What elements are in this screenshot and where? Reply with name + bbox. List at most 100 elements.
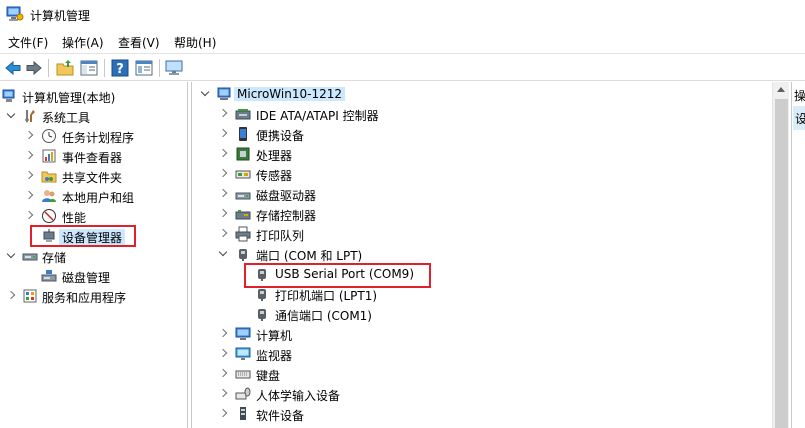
device-category-processors[interactable]: 处理器: [192, 144, 772, 164]
action-pane-header: 操: [794, 89, 805, 103]
chevron-right-icon[interactable]: [24, 211, 34, 221]
vertical-scrollbar[interactable]: [772, 82, 789, 428]
computer-management-icon: [6, 6, 24, 21]
tree-services-apps[interactable]: 服务和应用程序: [0, 286, 187, 306]
tree-label: 设备管理器: [59, 229, 126, 246]
chevron-down-icon[interactable]: [6, 251, 16, 261]
tree-performance[interactable]: 性能: [0, 206, 187, 226]
tree-label: 性能: [62, 211, 87, 225]
device-category-software-devices[interactable]: 软件设备: [192, 404, 772, 424]
computer-icon: [217, 87, 231, 100]
tree-system-tools[interactable]: 系统工具: [0, 106, 187, 126]
port-icon: [239, 249, 247, 261]
device-tree-root[interactable]: MicroWin10-1212: [192, 84, 772, 104]
device-category-storage-controllers[interactable]: 存储控制器: [192, 204, 772, 224]
chevron-right-icon[interactable]: [24, 191, 34, 201]
device-category-disk-drives[interactable]: 磁盘驱动器: [192, 184, 772, 204]
chevron-down-icon[interactable]: [200, 89, 210, 99]
tree-label: MicroWin10-1212: [234, 87, 345, 101]
tree-label: 传感器: [256, 169, 293, 183]
properties-icon[interactable]: [134, 58, 154, 78]
up-folder-icon[interactable]: [55, 58, 75, 78]
tree-label: 磁盘驱动器: [256, 189, 317, 203]
chevron-right-icon[interactable]: [218, 209, 228, 219]
device-category-computer[interactable]: 计算机: [192, 324, 772, 344]
chevron-right-icon[interactable]: [218, 369, 228, 379]
tree-label: 存储控制器: [256, 209, 317, 223]
menu-view[interactable]: 查看(V): [118, 34, 160, 51]
chevron-right-icon[interactable]: [218, 109, 228, 119]
tools-icon: [25, 110, 35, 123]
device-category-print-queues[interactable]: 打印队列: [192, 224, 772, 244]
console-tree: 计算机管理(本地) 系统工具 任务计划程序 事件查看器 共享文件夹 本地用户和组…: [0, 82, 188, 428]
tree-event-viewer[interactable]: 事件查看器: [0, 146, 187, 166]
tree-label: 监视器: [256, 349, 293, 363]
chevron-right-icon[interactable]: [218, 149, 228, 159]
menu-file[interactable]: 文件(F): [8, 34, 48, 51]
show-hide-tree-icon[interactable]: [79, 58, 99, 78]
tree-label: 打印队列: [256, 229, 305, 243]
chevron-right-icon[interactable]: [24, 171, 34, 181]
device-category-sensors[interactable]: 传感器: [192, 164, 772, 184]
chevron-right-icon[interactable]: [218, 349, 228, 359]
chevron-right-icon[interactable]: [218, 329, 228, 339]
device-category-portable[interactable]: 便携设备: [192, 124, 772, 144]
tree-label: 端口 (COM 和 LPT): [256, 249, 363, 263]
chevron-right-icon[interactable]: [218, 229, 228, 239]
ide-controller-icon: [235, 109, 251, 120]
device-printer-port[interactable]: 打印机端口 (LPT1): [192, 284, 772, 304]
device-category-ports[interactable]: 端口 (COM 和 LPT): [192, 244, 772, 264]
chevron-down-icon[interactable]: [6, 111, 16, 121]
tree-local-users[interactable]: 本地用户和组: [0, 186, 187, 206]
users-icon: [42, 190, 56, 202]
chevron-right-icon[interactable]: [218, 189, 228, 199]
toolbar-separator: [48, 59, 49, 77]
help-icon[interactable]: ?: [110, 58, 130, 78]
tree-label: 便携设备: [256, 129, 305, 143]
chevron-right-icon[interactable]: [24, 131, 34, 141]
tree-shared-folders[interactable]: 共享文件夹: [0, 166, 187, 186]
monitor-icon[interactable]: [164, 58, 184, 78]
forward-arrow-icon[interactable]: [24, 58, 44, 78]
tree-label: 处理器: [256, 149, 293, 163]
device-communications-port[interactable]: 通信端口 (COM1): [192, 304, 772, 324]
event-viewer-icon: [42, 149, 56, 163]
keyboard-icon: [235, 370, 251, 379]
tree-label: 键盘: [256, 369, 281, 383]
tree-disk-management[interactable]: 磁盘管理: [0, 266, 187, 286]
tree-device-manager[interactable]: 设备管理器: [0, 226, 187, 246]
menu-help[interactable]: 帮助(H): [174, 34, 216, 51]
tree-task-scheduler[interactable]: 任务计划程序: [0, 126, 187, 146]
scroll-thumb[interactable]: [775, 99, 788, 428]
tree-label: 任务计划程序: [62, 131, 135, 145]
device-category-ide[interactable]: IDE ATA/ATAPI 控制器: [192, 104, 772, 124]
shared-folder-icon: [41, 171, 57, 183]
chevron-right-icon[interactable]: [6, 291, 16, 301]
tree-label: 存储: [42, 251, 67, 265]
window-title: 计算机管理: [30, 9, 91, 23]
tree-label: 系统工具: [42, 111, 91, 125]
action-pane-item-label: 设: [795, 110, 805, 127]
back-arrow-icon[interactable]: [3, 58, 23, 78]
chevron-right-icon[interactable]: [218, 169, 228, 179]
toolbar-separator: [159, 59, 160, 77]
device-usb-serial-port[interactable]: USB Serial Port (COM9): [192, 264, 772, 284]
tree-label: 计算机: [256, 329, 293, 343]
device-manager-icon: [43, 229, 55, 242]
chevron-right-icon[interactable]: [24, 151, 34, 161]
port-icon: [258, 269, 266, 281]
tree-root-computer-management[interactable]: 计算机管理(本地): [0, 86, 187, 106]
action-pane-item[interactable]: 设: [793, 106, 805, 130]
chevron-right-icon[interactable]: [218, 409, 228, 419]
chevron-down-icon[interactable]: [218, 249, 228, 259]
device-category-keyboards[interactable]: 键盘: [192, 364, 772, 384]
printer-icon: [235, 226, 251, 242]
device-category-hid[interactable]: 人体学输入设备: [192, 384, 772, 404]
tree-label: IDE ATA/ATAPI 控制器: [256, 109, 379, 123]
device-category-monitors[interactable]: 监视器: [192, 344, 772, 364]
chevron-right-icon[interactable]: [218, 129, 228, 139]
menu-action[interactable]: 操作(A): [62, 34, 104, 51]
chevron-right-icon[interactable]: [218, 389, 228, 399]
scroll-up-icon[interactable]: [777, 87, 785, 92]
tree-storage[interactable]: 存储: [0, 246, 187, 266]
